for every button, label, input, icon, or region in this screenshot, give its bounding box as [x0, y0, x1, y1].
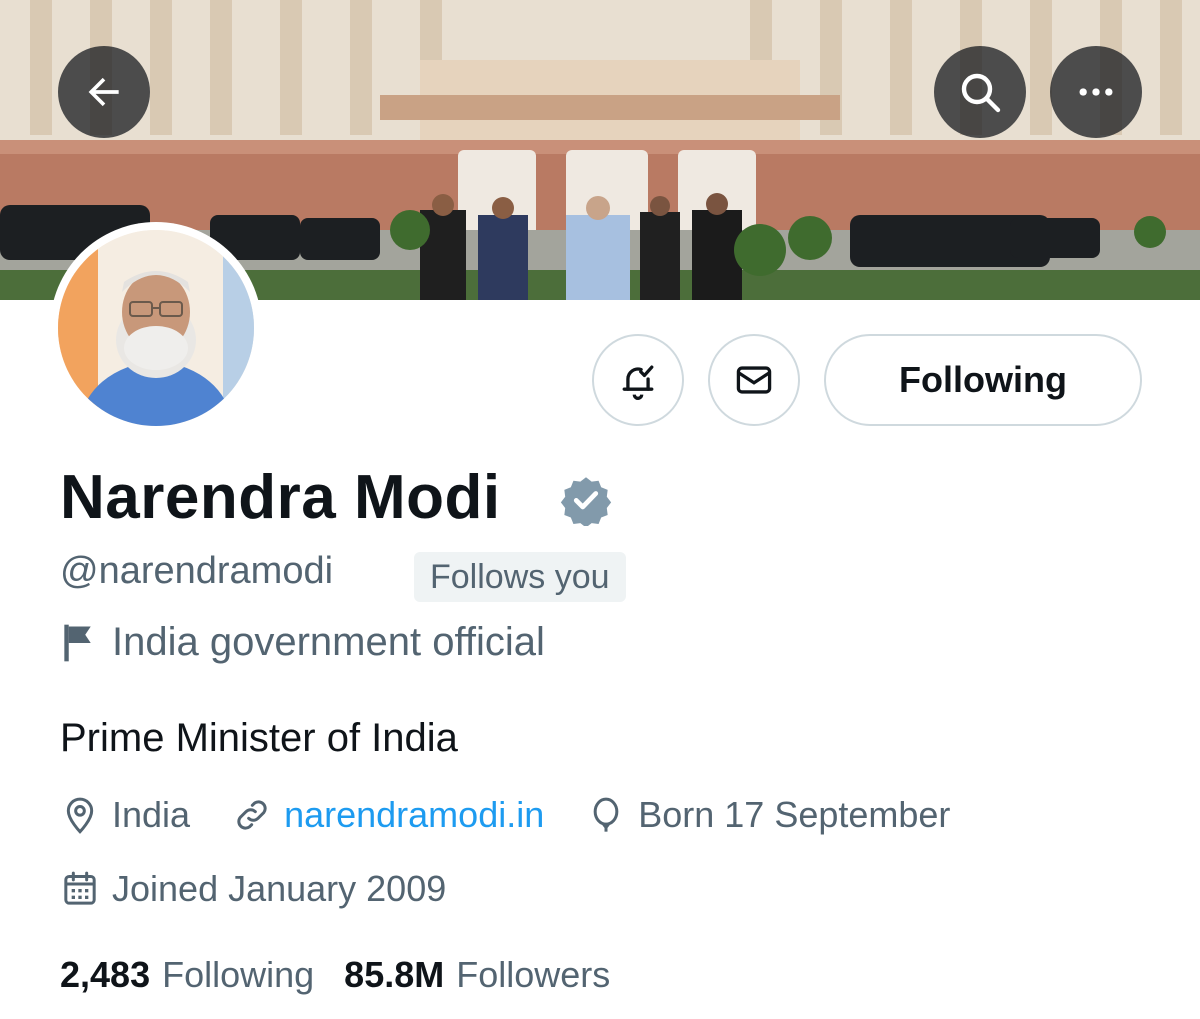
search-button[interactable]	[934, 46, 1026, 138]
affiliation-label: India government official	[112, 620, 545, 664]
profile-joined-row: Joined January 2009	[60, 868, 488, 910]
following-stat-link[interactable]: 2,483 Following	[60, 954, 314, 996]
bell-check-icon	[622, 365, 654, 400]
calendar-icon	[64, 871, 96, 905]
search-icon	[961, 73, 1001, 113]
more-button[interactable]	[1050, 46, 1142, 138]
more-horizontal-icon	[1079, 88, 1113, 96]
follow-stats: 2,483 Following 85.8M Followers	[60, 954, 640, 996]
joined-label: Joined January 2009	[112, 868, 447, 909]
following-label: Following	[162, 954, 315, 995]
joined-item: Joined January 2009	[60, 868, 446, 910]
following-button[interactable]: Following	[824, 334, 1142, 426]
website-item[interactable]: narendramodi.in	[232, 794, 544, 836]
avatar-image	[58, 230, 254, 426]
location-pin-icon	[66, 797, 94, 834]
back-button[interactable]	[58, 46, 150, 138]
avatar[interactable]	[50, 222, 262, 434]
location-label: India	[112, 794, 191, 835]
link-icon	[237, 800, 267, 830]
birthday-item: Born 17 September	[586, 794, 950, 836]
followers-count: 85.8M	[344, 954, 445, 995]
profile-handle: @narendramodi	[60, 550, 334, 592]
profile-meta-row: India narendramodi.in Born 17 September	[60, 794, 992, 836]
affiliation-row: India government official	[60, 620, 545, 665]
arrow-left-icon	[88, 77, 119, 107]
website-link[interactable]: narendramodi.in	[284, 794, 544, 836]
balloon-icon	[593, 797, 619, 832]
follows-you-badge: Follows you	[414, 552, 626, 602]
message-button[interactable]	[708, 334, 800, 426]
verified-badge-icon	[560, 477, 612, 526]
profile-bio: Prime Minister of India	[60, 716, 458, 760]
notifications-button[interactable]	[592, 334, 684, 426]
following-count: 2,483	[60, 954, 151, 995]
followers-label: Followers	[456, 954, 611, 995]
flag-icon	[64, 624, 91, 661]
followers-stat-link[interactable]: 85.8M Followers	[344, 954, 610, 996]
profile-name: Narendra Modi	[60, 463, 501, 532]
birthday-label: Born 17 September	[638, 794, 951, 835]
envelope-icon	[736, 366, 772, 394]
location-item: India	[60, 794, 190, 836]
